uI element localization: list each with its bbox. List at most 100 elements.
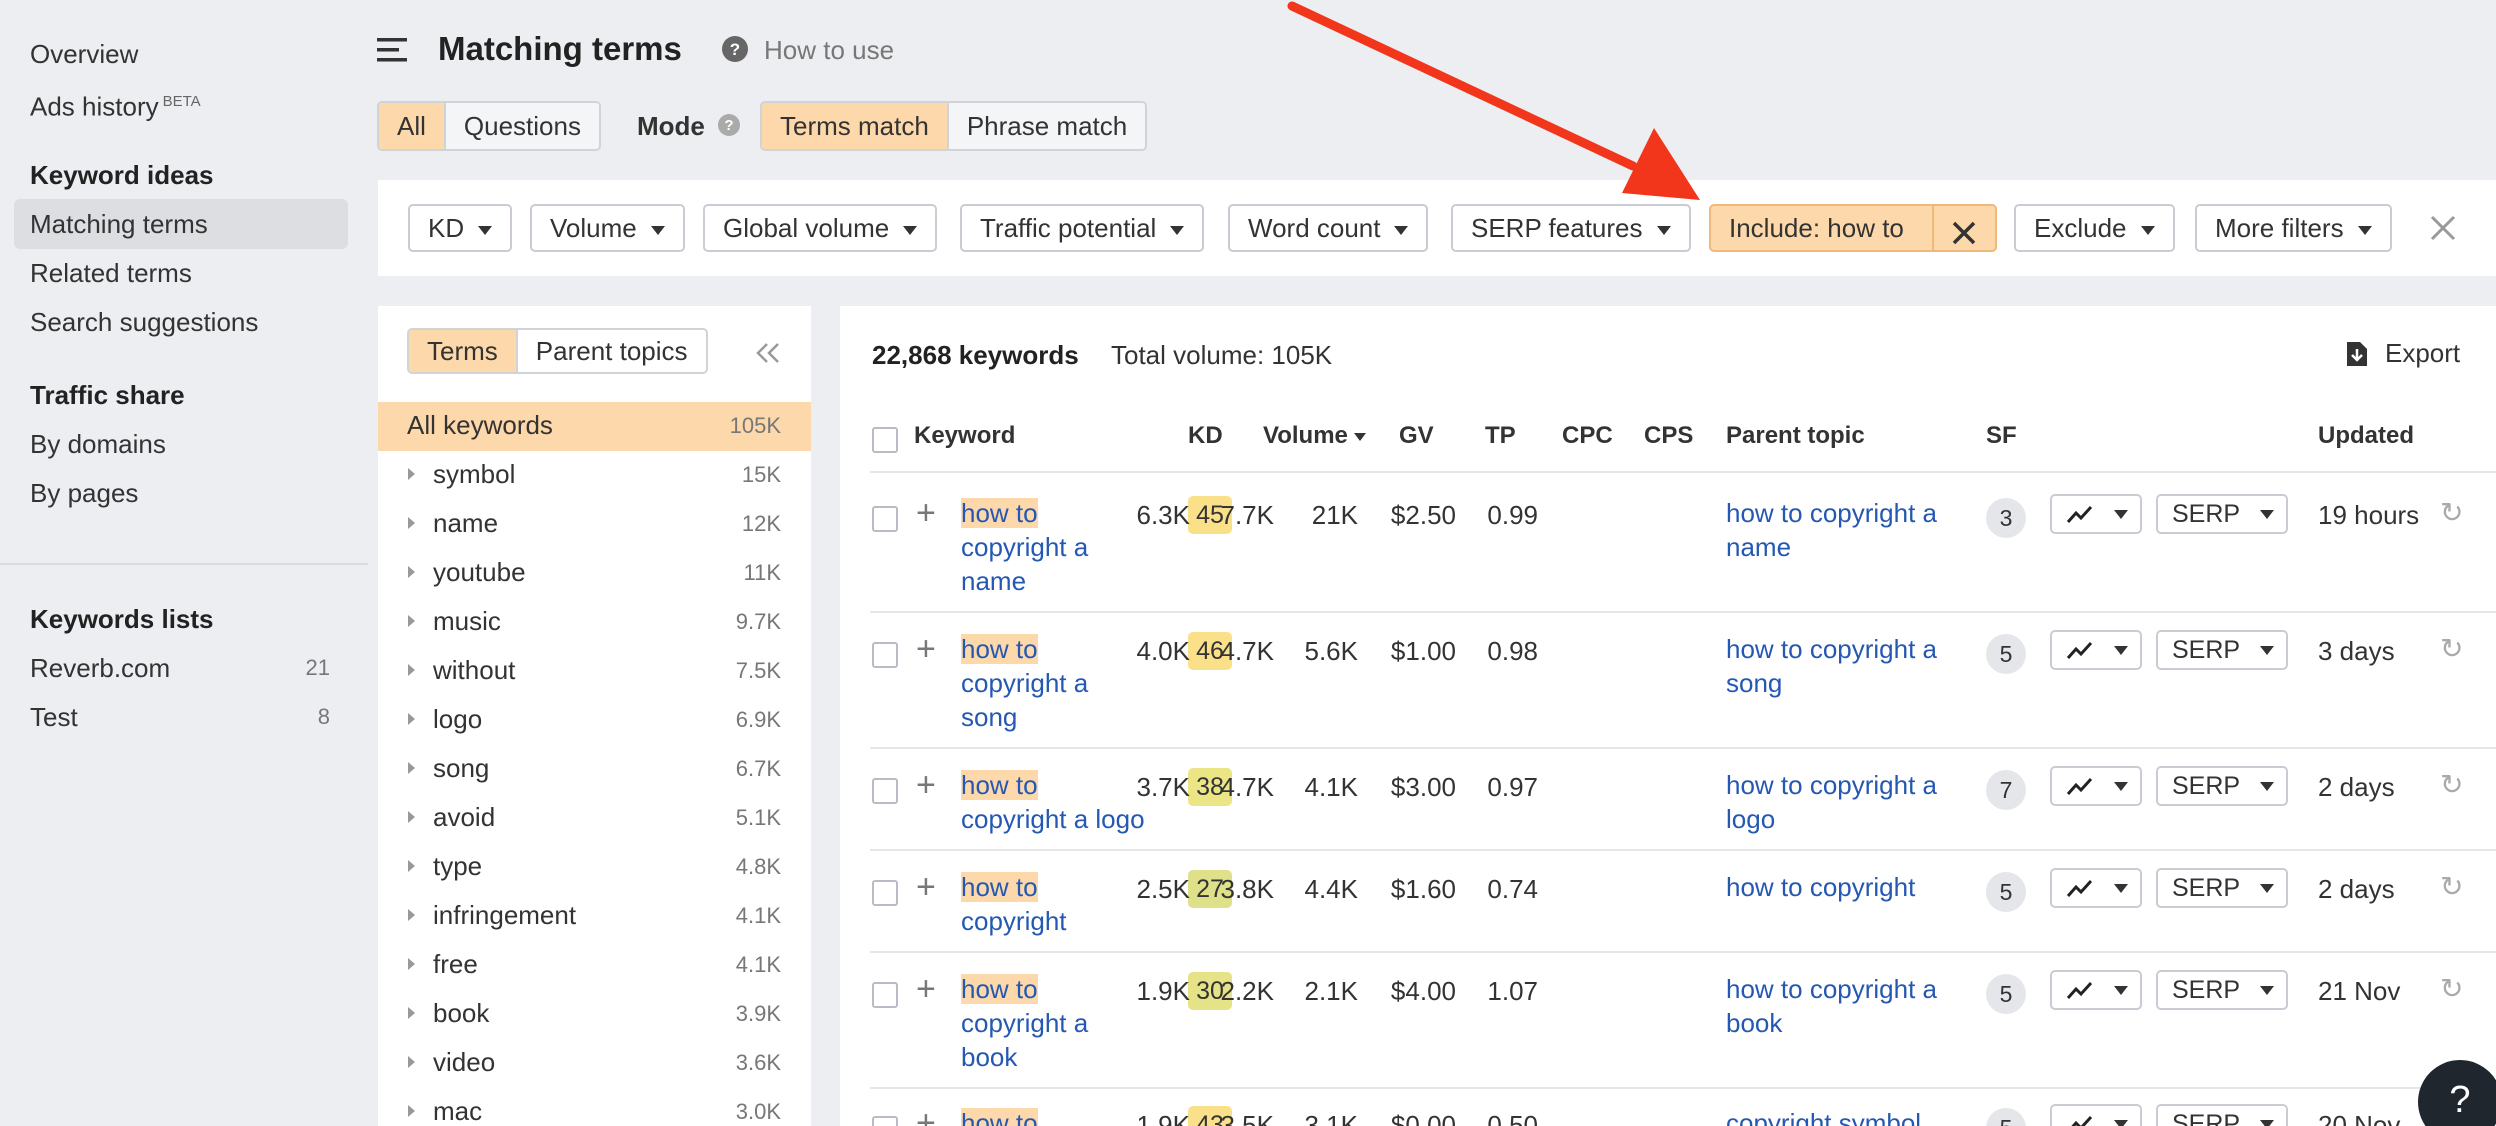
trend-dropdown[interactable] — [2050, 970, 2142, 1010]
expand-triangle-icon[interactable] — [408, 811, 415, 823]
how-to-use-link[interactable]: How to use — [764, 35, 894, 66]
trend-dropdown[interactable] — [2050, 630, 2142, 670]
select-all-checkbox[interactable] — [872, 427, 898, 453]
sidebar-item-related-terms[interactable]: Related terms — [30, 257, 192, 289]
expand-triangle-icon[interactable] — [408, 468, 415, 480]
column-header-kd[interactable]: KD — [1188, 422, 1223, 450]
column-header-tp[interactable]: TP — [1485, 422, 1516, 450]
tab-terms[interactable]: Terms — [409, 330, 518, 372]
keyword-link[interactable]: how to copyright a book — [961, 972, 1161, 1074]
sf-count[interactable]: 5 — [1986, 1108, 2026, 1126]
close-icon[interactable] — [1951, 215, 1977, 259]
trend-dropdown[interactable] — [2050, 766, 2142, 806]
expand-triangle-icon[interactable] — [408, 517, 415, 529]
serp-dropdown[interactable]: SERP — [2156, 494, 2288, 534]
term-row[interactable]: youtube 11K — [378, 549, 811, 598]
keyword-link[interactable]: how totype — [961, 1106, 1161, 1126]
parent-topic-link[interactable]: how to copyright a name — [1726, 496, 1966, 564]
keyword-link[interactable]: how to copyright — [961, 870, 1161, 938]
add-to-list-icon[interactable]: + — [916, 632, 936, 666]
serp-dropdown[interactable]: SERP — [2156, 868, 2288, 908]
row-checkbox[interactable] — [872, 506, 898, 532]
add-to-list-icon[interactable]: + — [916, 972, 936, 1006]
sidebar-item-by-domains[interactable]: By domains — [30, 428, 166, 460]
term-row[interactable]: without 7.5K — [378, 647, 811, 696]
row-checkbox[interactable] — [872, 982, 898, 1008]
clear-filters-icon[interactable] — [2430, 215, 2456, 246]
all-keywords-row[interactable]: All keywords 105K — [378, 402, 811, 451]
serp-dropdown[interactable]: SERP — [2156, 1104, 2288, 1126]
sidebar-item-search-suggestions[interactable]: Search suggestions — [30, 306, 258, 338]
row-checkbox[interactable] — [872, 642, 898, 668]
more-filters-dropdown[interactable]: More filters — [2195, 204, 2392, 252]
mode-help-icon[interactable]: ? — [718, 114, 740, 141]
refresh-icon[interactable]: ↻ — [2440, 632, 2463, 665]
tab-terms-match[interactable]: Terms match — [762, 103, 949, 149]
column-header-gv[interactable]: GV — [1399, 422, 1434, 450]
refresh-icon[interactable]: ↻ — [2440, 870, 2463, 903]
expand-triangle-icon[interactable] — [408, 566, 415, 578]
expand-triangle-icon[interactable] — [408, 762, 415, 774]
expand-triangle-icon[interactable] — [408, 664, 415, 676]
column-header-updated[interactable]: Updated — [2318, 422, 2414, 450]
expand-triangle-icon[interactable] — [408, 1007, 415, 1019]
trend-dropdown[interactable] — [2050, 868, 2142, 908]
exclude-filter-dropdown[interactable]: Exclude — [2014, 204, 2175, 252]
traffic-potential-filter-dropdown[interactable]: Traffic potential — [960, 204, 1205, 252]
term-row[interactable]: free 4.1K — [378, 941, 811, 990]
column-header-parent-topic[interactable]: Parent topic — [1726, 422, 1865, 450]
add-to-list-icon[interactable]: + — [916, 496, 936, 530]
term-row[interactable]: music 9.7K — [378, 598, 811, 647]
kd-filter-dropdown[interactable]: KD — [408, 204, 513, 252]
term-row[interactable]: avoid 5.1K — [378, 794, 811, 843]
keyword-link[interactable]: how to copyright a logo — [961, 768, 1161, 836]
trend-dropdown[interactable] — [2050, 1104, 2142, 1126]
sf-count[interactable]: 5 — [1986, 974, 2026, 1014]
global-volume-filter-dropdown[interactable]: Global volume — [703, 204, 938, 252]
expand-triangle-icon[interactable] — [408, 860, 415, 872]
term-row[interactable]: type 4.8K — [378, 843, 811, 892]
expand-triangle-icon[interactable] — [408, 1056, 415, 1068]
parent-topic-link[interactable]: how to copyright a book — [1726, 972, 1966, 1040]
sf-count[interactable]: 5 — [1986, 872, 2026, 912]
term-row[interactable]: logo 6.9K — [378, 696, 811, 745]
serp-dropdown[interactable]: SERP — [2156, 970, 2288, 1010]
term-row[interactable]: symbol 15K — [378, 451, 811, 500]
collapse-panel-icon[interactable] — [755, 342, 781, 369]
expand-triangle-icon[interactable] — [408, 909, 415, 921]
refresh-icon[interactable]: ↻ — [2440, 496, 2463, 529]
sf-count[interactable]: 7 — [1986, 770, 2026, 810]
column-header-cps[interactable]: CPS — [1644, 422, 1693, 450]
term-row[interactable]: song 6.7K — [378, 745, 811, 794]
add-to-list-icon[interactable]: + — [916, 768, 936, 802]
keyword-link[interactable]: how to copyright a name — [961, 496, 1161, 598]
sidebar-item-matching-terms[interactable]: Matching terms — [30, 208, 208, 240]
tab-parent-topics[interactable]: Parent topics — [517, 330, 706, 372]
sf-count[interactable]: 5 — [1986, 634, 2026, 674]
term-row[interactable]: infringement 4.1K — [378, 892, 811, 941]
add-to-list-icon[interactable]: + — [916, 1106, 936, 1126]
sidebar-item-overview[interactable]: Overview — [30, 38, 138, 70]
row-checkbox[interactable] — [872, 778, 898, 804]
expand-triangle-icon[interactable] — [408, 1105, 415, 1117]
include-filter[interactable]: Include: how to — [1709, 204, 1997, 252]
column-header-sf[interactable]: SF — [1986, 422, 2017, 450]
menu-icon[interactable] — [377, 37, 409, 68]
trend-dropdown[interactable] — [2050, 494, 2142, 534]
sidebar-list-reverb[interactable]: Reverb.com — [30, 652, 170, 684]
parent-topic-link[interactable]: copyright symbol — [1726, 1106, 1966, 1126]
add-to-list-icon[interactable]: + — [916, 870, 936, 904]
sidebar-item-by-pages[interactable]: By pages — [30, 477, 138, 509]
sidebar-list-test[interactable]: Test — [30, 701, 78, 733]
parent-topic-link[interactable]: how to copyright a logo — [1726, 768, 1966, 836]
term-row[interactable]: name 12K — [378, 500, 811, 549]
tab-questions[interactable]: Questions — [445, 103, 599, 149]
keyword-link[interactable]: how to copyright a song — [961, 632, 1161, 734]
tab-phrase-match[interactable]: Phrase match — [948, 103, 1146, 149]
refresh-icon[interactable]: ↻ — [2440, 972, 2463, 1005]
term-row[interactable]: video 3.6K — [378, 1039, 811, 1088]
term-row[interactable]: mac 3.0K — [378, 1088, 811, 1126]
expand-triangle-icon[interactable] — [408, 713, 415, 725]
refresh-icon[interactable]: ↻ — [2440, 768, 2463, 801]
volume-filter-dropdown[interactable]: Volume — [530, 204, 685, 252]
